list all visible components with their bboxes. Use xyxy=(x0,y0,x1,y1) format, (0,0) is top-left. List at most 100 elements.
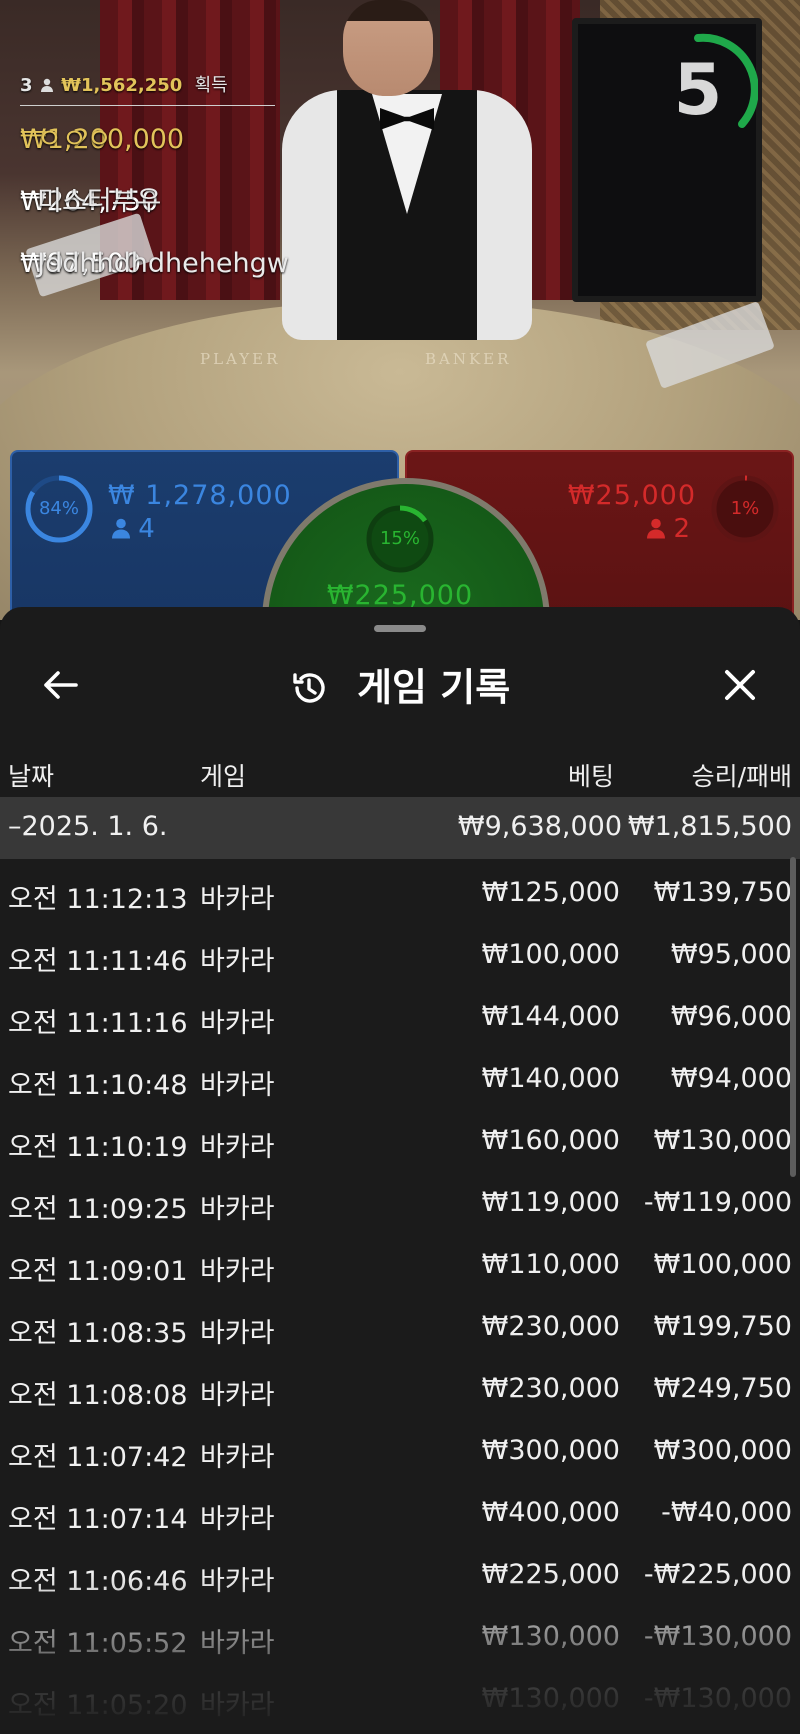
row-winloss: ₩199,750 xyxy=(653,1311,792,1342)
table-row[interactable]: 오전 11:08:35 바카라 ₩230,000 ₩199,750 xyxy=(0,1297,800,1359)
table-row[interactable]: 오전 11:09:01 바카라 ₩110,000 ₩100,000 xyxy=(0,1235,800,1297)
winner-name: Jddhhdhdhehehgw xyxy=(37,248,289,279)
row-game: 바카라 xyxy=(200,1566,275,1597)
row-time: 오전 11:09:01 xyxy=(8,1256,188,1287)
col-game: 게임 xyxy=(200,762,247,791)
divider xyxy=(20,105,275,106)
row-game: 바카라 xyxy=(200,946,275,977)
row-time: 오전 11:07:14 xyxy=(8,1504,188,1535)
row-winloss: ₩94,000 xyxy=(670,1063,792,1094)
table-row[interactable]: 오전 11:11:46 바카라 ₩100,000 ₩95,000 xyxy=(0,925,800,987)
row-winloss: -₩130,000 xyxy=(643,1621,792,1652)
row-winloss: -₩119,000 xyxy=(643,1187,792,1218)
col-winloss: 승리/패배 xyxy=(691,762,792,791)
row-bet: ₩300,000 xyxy=(481,1435,620,1466)
col-bet: 베팅 xyxy=(567,762,614,791)
row-game: 바카라 xyxy=(200,1380,275,1411)
group-bet-total: ₩9,638,000 xyxy=(457,811,622,842)
row-time: 오전 11:08:35 xyxy=(8,1318,188,1349)
sheet-title: 게임 기록 xyxy=(0,649,800,724)
row-time: 오전 11:05:20 xyxy=(8,1690,188,1721)
row-winloss: ₩130,000 xyxy=(653,1125,792,1156)
group-winloss-total: ₩1,815,500 xyxy=(627,811,792,842)
row-time: 오전 11:12:13 xyxy=(8,884,188,915)
row-time: 오전 11:05:52 xyxy=(8,1628,188,1659)
row-bet: ₩144,000 xyxy=(481,1001,620,1032)
row-time: 오전 11:10:19 xyxy=(8,1132,188,1163)
row-winloss: ₩249,750 xyxy=(653,1373,792,1404)
winner-name: 미스터부우 xyxy=(37,186,162,217)
scrollbar[interactable] xyxy=(790,857,796,1177)
table-row[interactable]: 오전 11:07:42 바카라 ₩300,000 ₩300,000 xyxy=(0,1421,800,1483)
winner-row: ₩264,750 미스터부우 xyxy=(20,186,162,217)
row-winloss: ₩95,000 xyxy=(670,939,792,970)
row-time: 오전 11:06:46 xyxy=(8,1566,188,1597)
row-time: 오전 11:10:48 xyxy=(8,1070,188,1101)
close-button[interactable] xyxy=(710,655,770,715)
row-time: 오전 11:07:42 xyxy=(8,1442,188,1473)
row-bet: ₩130,000 xyxy=(481,1683,620,1714)
sheet-drag-handle[interactable] xyxy=(374,625,426,632)
table-row[interactable]: 오전 11:06:46 바카라 ₩225,000 -₩225,000 xyxy=(0,1545,800,1607)
column-headers: 날짜 게임 베팅 승리/패배 xyxy=(0,747,800,803)
table-row[interactable]: 오전 11:09:25 바카라 ₩119,000 -₩119,000 xyxy=(0,1173,800,1235)
row-bet: ₩119,000 xyxy=(481,1187,620,1218)
row-bet: ₩230,000 xyxy=(481,1311,620,1342)
row-winloss: ₩139,750 xyxy=(653,877,792,908)
row-bet: ₩140,000 xyxy=(481,1063,620,1094)
row-time: 오전 11:11:46 xyxy=(8,946,188,977)
row-game: 바카라 xyxy=(200,1442,275,1473)
row-winloss: ₩100,000 xyxy=(653,1249,792,1280)
row-game: 바카라 xyxy=(200,1008,275,1039)
felt-player-label: PLAYER xyxy=(200,350,281,368)
timer-value: 5 xyxy=(673,49,723,131)
table-row[interactable]: 오전 11:10:19 바카라 ₩160,000 ₩130,000 xyxy=(0,1111,800,1173)
player-bet-amount: ₩ 1,278,000 xyxy=(108,480,292,511)
winner-name: ㅇㅇㅇ xyxy=(37,124,112,155)
row-bet: ₩110,000 xyxy=(481,1249,620,1280)
winner-row: ₩97,500 Jddhhdhdhehehgw xyxy=(20,248,289,279)
player-bettor-count: 4 xyxy=(112,514,155,544)
close-icon xyxy=(725,670,755,700)
table-row[interactable]: 오전 11:11:16 바카라 ₩144,000 ₩96,000 xyxy=(0,987,800,1049)
row-bet: ₩400,000 xyxy=(481,1497,620,1528)
winners-overlay: 3 ₩1,562,250 획득 ₩1,200,000 ㅇㅇㅇ ₩264,750 … xyxy=(20,70,289,296)
row-game: 바카라 xyxy=(200,1194,275,1225)
col-date: 날짜 xyxy=(8,762,55,791)
person-icon xyxy=(647,518,666,539)
table-row[interactable]: 오전 11:05:20 바카라 ₩130,000 -₩130,000 xyxy=(0,1669,800,1731)
row-winloss: -₩130,000 xyxy=(643,1683,792,1714)
row-game: 바카라 xyxy=(200,1318,275,1349)
group-date: –2025. 1. 6. xyxy=(8,811,168,842)
row-bet: ₩225,000 xyxy=(481,1559,620,1590)
history-list: –2025. 1. 6. ₩9,638,000 ₩1,815,500 오전 11… xyxy=(0,797,800,1731)
row-bet: ₩230,000 xyxy=(481,1373,620,1404)
row-bet: ₩100,000 xyxy=(481,939,620,970)
date-group-row[interactable]: –2025. 1. 6. ₩9,638,000 ₩1,815,500 xyxy=(0,797,800,859)
countdown-timer: 5 xyxy=(648,30,768,150)
winners-total: ₩1,562,250 xyxy=(61,75,183,96)
felt-banker-label: BANKER xyxy=(425,350,512,368)
row-game: 바카라 xyxy=(200,884,275,915)
game-history-sheet: 게임 기록 날짜 게임 베팅 승리/패배 –2025. 1. 6. ₩9,638… xyxy=(0,607,800,1734)
row-game: 바카라 xyxy=(200,1690,275,1721)
row-winloss: -₩40,000 xyxy=(661,1497,792,1528)
table-row[interactable]: 오전 11:12:13 바카라 ₩125,000 ₩139,750 xyxy=(0,863,800,925)
row-game: 바카라 xyxy=(200,1256,275,1287)
banker-percent: 1% xyxy=(730,498,760,519)
row-game: 바카라 xyxy=(200,1628,275,1659)
row-winloss: ₩300,000 xyxy=(653,1435,792,1466)
table-row[interactable]: 오전 11:05:52 바카라 ₩130,000 -₩130,000 xyxy=(0,1607,800,1669)
player-percent: 84% xyxy=(38,498,79,519)
winners-label: 획득 xyxy=(194,75,228,96)
table-row[interactable]: 오전 11:10:48 바카라 ₩140,000 ₩94,000 xyxy=(0,1049,800,1111)
row-bet: ₩130,000 xyxy=(481,1621,620,1652)
row-game: 바카라 xyxy=(200,1132,275,1163)
row-winloss: ₩96,000 xyxy=(670,1001,792,1032)
tie-percent: 15% xyxy=(379,528,420,549)
table-row[interactable]: 오전 11:07:14 바카라 ₩400,000 -₩40,000 xyxy=(0,1483,800,1545)
row-winloss: -₩225,000 xyxy=(643,1559,792,1590)
table-row[interactable]: 오전 11:08:08 바카라 ₩230,000 ₩249,750 xyxy=(0,1359,800,1421)
winner-count: 3 xyxy=(20,75,33,96)
row-bet: ₩160,000 xyxy=(481,1125,620,1156)
